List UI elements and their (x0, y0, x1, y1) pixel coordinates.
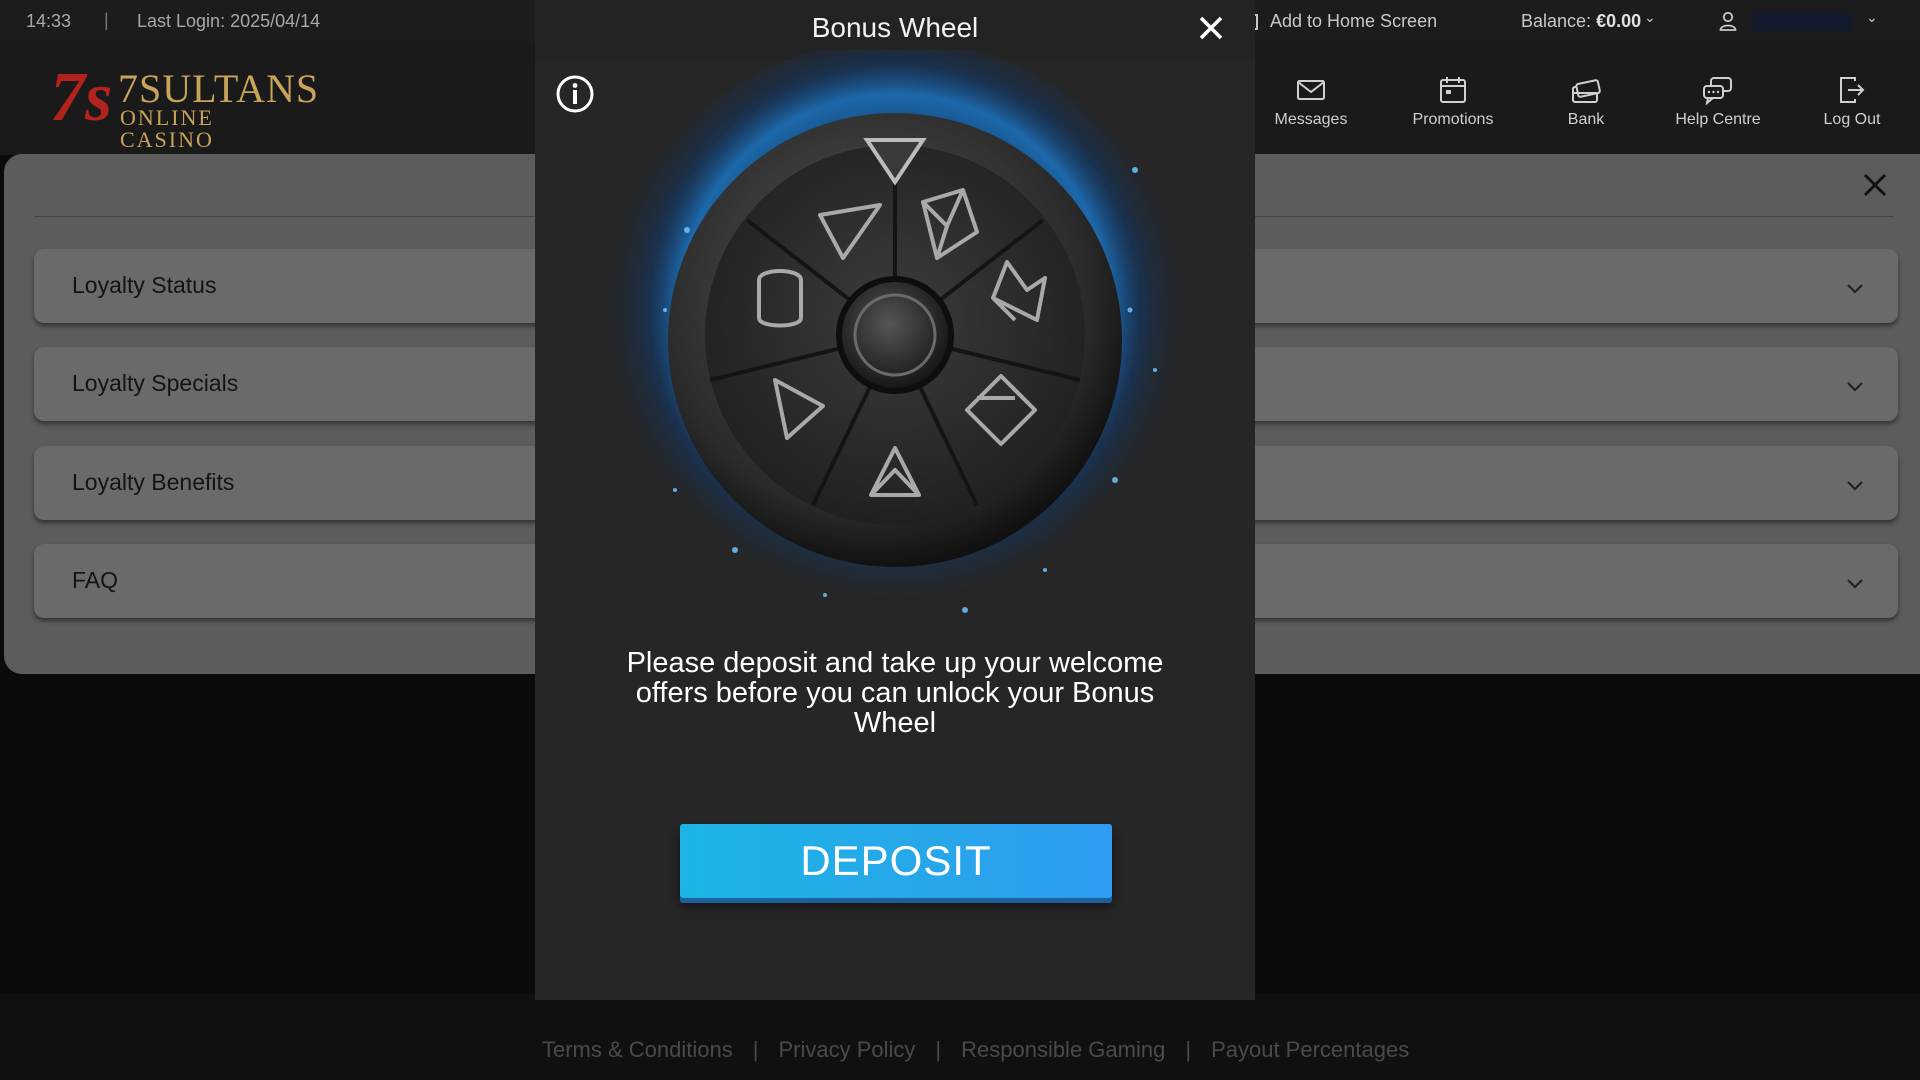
deposit-required-message: Please deposit and take up your welcome … (626, 647, 1164, 739)
modal-title: Bonus Wheel (811, 12, 979, 43)
bonus-wheel-graphic (595, 50, 1195, 640)
close-icon[interactable] (1197, 14, 1225, 42)
deposit-button[interactable]: DEPOSIT (680, 824, 1112, 898)
bonus-wheel-modal: Bonus Wheel Please deposit and take up y… (535, 0, 1255, 1000)
